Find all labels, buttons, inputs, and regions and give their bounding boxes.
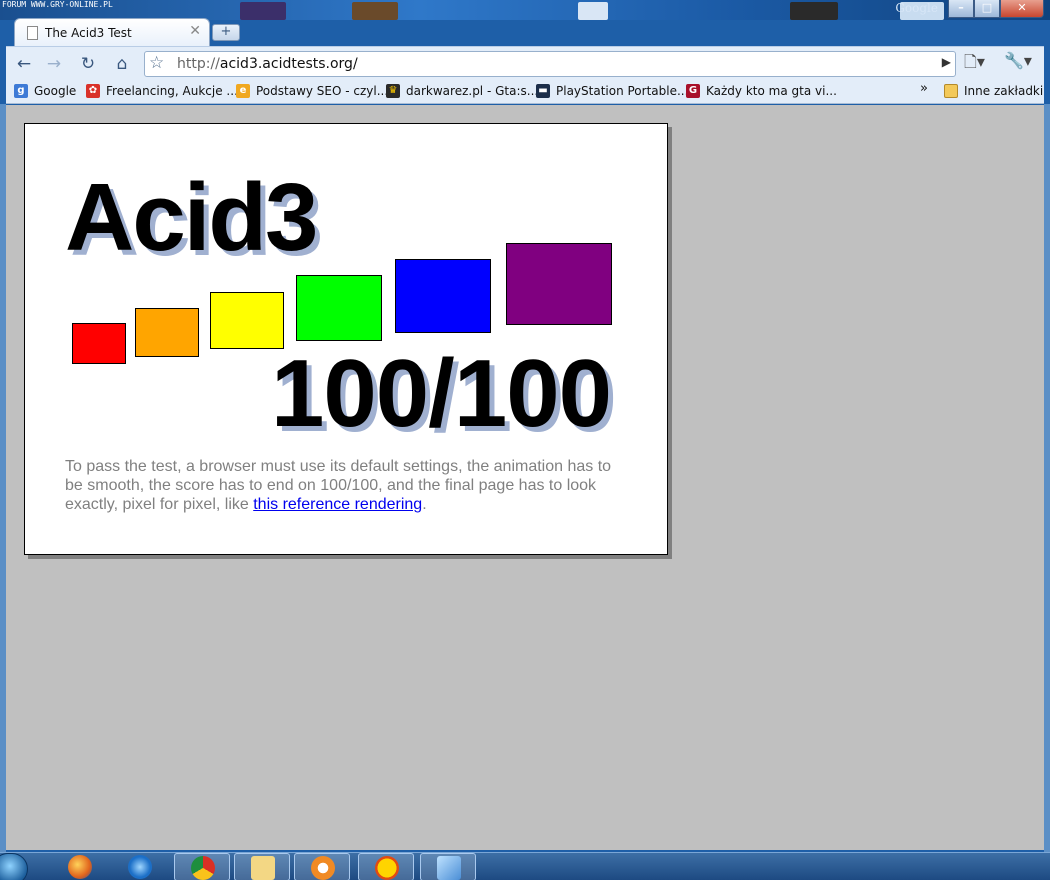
acid3-description: To pass the test, a browser must use its… bbox=[65, 457, 625, 514]
acid3-test-box: Acid3 100/100 To pass the test, a browse… bbox=[24, 123, 668, 555]
darkwarez-favicon-icon: ♛ bbox=[386, 84, 400, 98]
media-player-icon bbox=[311, 856, 335, 880]
bookmark-label: Freelancing, Aukcje ... bbox=[106, 84, 238, 98]
bookmarks-bar: g Google ✿ Freelancing, Aukcje ... e Pod… bbox=[6, 80, 1044, 104]
taskbar-explorer[interactable] bbox=[234, 853, 290, 880]
taskbar-firefox[interactable] bbox=[52, 853, 108, 880]
bookmark-item[interactable]: ✿ Freelancing, Aukcje ... bbox=[86, 84, 238, 98]
tab-title: The Acid3 Test bbox=[45, 26, 132, 40]
home-icon[interactable]: ⌂ bbox=[108, 51, 136, 77]
url-host: acid3.acidtests.org/ bbox=[219, 56, 358, 72]
internet-explorer-icon bbox=[128, 855, 152, 879]
taskbar-messenger[interactable] bbox=[358, 853, 414, 880]
new-tab-button[interactable]: + bbox=[212, 24, 240, 41]
start-button[interactable] bbox=[0, 853, 28, 880]
red-square bbox=[72, 323, 126, 364]
bookmark-item[interactable]: ▬ PlayStation Portable... bbox=[536, 84, 688, 98]
bookmark-label: Google bbox=[34, 84, 77, 98]
bookmark-item[interactable]: g Google bbox=[14, 84, 76, 98]
blue-square bbox=[395, 259, 491, 333]
other-bookmarks-button[interactable]: Inne zakładki bbox=[944, 84, 1043, 98]
gta-favicon-icon: G bbox=[686, 84, 700, 98]
taskbar-app[interactable] bbox=[420, 853, 476, 880]
go-icon[interactable]: ▶ bbox=[942, 55, 951, 69]
taskbar-media-player[interactable] bbox=[294, 853, 350, 880]
chrome-icon bbox=[191, 856, 215, 880]
navigation-toolbar: ← → ↻ ⌂ ☆ http://acid3.acidtests.org/ ▶ … bbox=[6, 46, 1044, 80]
bookmark-label: darkwarez.pl - Gta:s... bbox=[406, 84, 539, 98]
url-scheme: http:// bbox=[177, 56, 220, 72]
bookmark-item[interactable]: G Każdy kto ma gta vi... bbox=[686, 84, 837, 98]
lime-square bbox=[296, 275, 382, 341]
windows-taskbar bbox=[0, 852, 1050, 880]
taskbar-chrome[interactable] bbox=[174, 853, 230, 880]
reload-icon[interactable]: ↻ bbox=[74, 51, 102, 77]
firefox-icon bbox=[68, 855, 92, 879]
window-frame-right bbox=[1044, 104, 1050, 852]
page-viewport: Acid3 100/100 To pass the test, a browse… bbox=[6, 105, 1044, 850]
smiley-sun-icon bbox=[375, 856, 399, 880]
browser-chrome: Google – □ ✕ The Acid3 Test ✕ + ← → ↻ ⌂ … bbox=[0, 0, 1050, 108]
back-icon[interactable]: ← bbox=[10, 51, 38, 77]
url-text[interactable]: http://acid3.acidtests.org/ bbox=[177, 56, 358, 72]
freelancing-favicon-icon: ✿ bbox=[86, 84, 100, 98]
bookmark-item[interactable]: e Podstawy SEO - czyl... bbox=[236, 84, 388, 98]
acid3-score: 100/100 bbox=[271, 340, 612, 447]
google-brand: Google bbox=[895, 1, 938, 15]
bookmark-item[interactable]: ♛ darkwarez.pl - Gta:s... bbox=[386, 84, 538, 98]
psp-favicon-icon: ▬ bbox=[536, 84, 550, 98]
folder-icon bbox=[944, 84, 958, 98]
bookmark-label: Podstawy SEO - czyl... bbox=[256, 84, 389, 98]
page-icon bbox=[27, 26, 38, 40]
tab-close-icon[interactable]: ✕ bbox=[189, 23, 201, 39]
bookmark-star-icon[interactable]: ☆ bbox=[149, 53, 164, 73]
forward-icon[interactable]: → bbox=[40, 51, 68, 77]
seo-favicon-icon: e bbox=[236, 84, 250, 98]
address-bar[interactable]: ☆ http://acid3.acidtests.org/ ▶ bbox=[144, 51, 956, 77]
taskbar-ie[interactable] bbox=[112, 853, 168, 880]
orange-square bbox=[135, 308, 199, 357]
tab-strip: The Acid3 Test ✕ + bbox=[0, 16, 1050, 46]
reference-rendering-link[interactable]: this reference rendering bbox=[253, 496, 422, 513]
acid3-title: Acid3 bbox=[65, 164, 318, 271]
google-favicon-icon: g bbox=[14, 84, 28, 98]
tab-acid3[interactable]: The Acid3 Test ✕ bbox=[14, 18, 210, 46]
bookmark-label: PlayStation Portable... bbox=[556, 84, 689, 98]
purple-square bbox=[506, 243, 612, 325]
description-end: . bbox=[422, 496, 427, 513]
app-icon bbox=[437, 856, 461, 880]
bookmark-label: Każdy kto ma gta vi... bbox=[706, 84, 837, 98]
folder-icon bbox=[251, 856, 275, 880]
bookmarks-overflow-button[interactable]: » bbox=[920, 81, 928, 96]
page-menu-icon[interactable]: 🗋▾ bbox=[964, 51, 985, 78]
other-bookmarks-label: Inne zakładki bbox=[964, 84, 1044, 98]
tools-menu-icon[interactable]: 🔧▾ bbox=[1004, 51, 1032, 70]
